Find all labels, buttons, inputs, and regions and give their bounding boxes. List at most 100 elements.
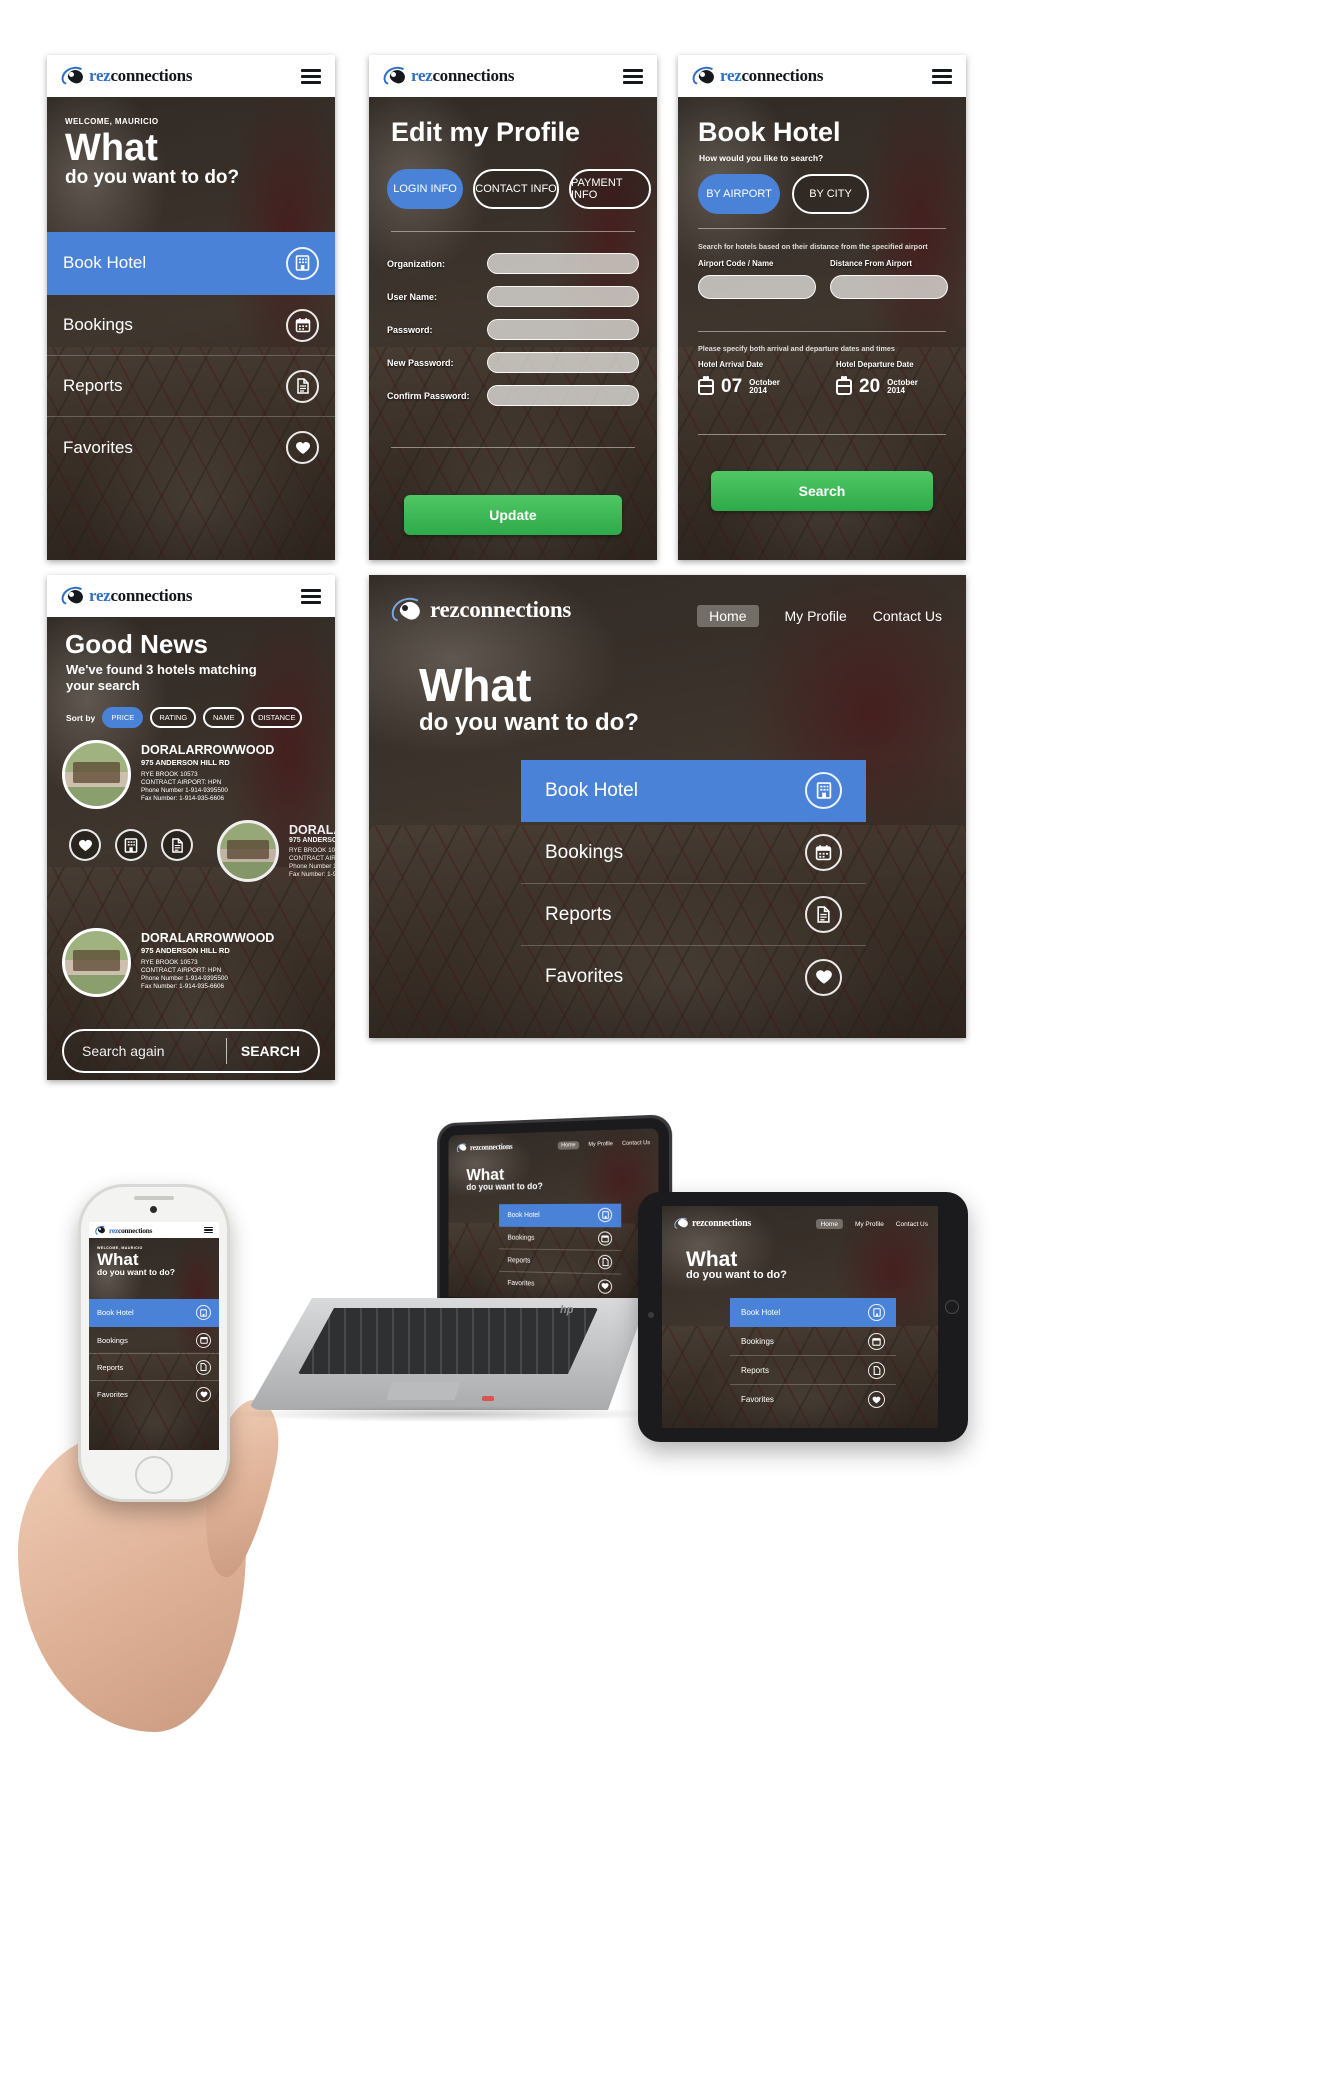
input-confirm-password[interactable]	[487, 385, 639, 406]
divider-search-button	[698, 434, 946, 435]
nav-item-my-profile[interactable]: My Profile	[588, 1141, 613, 1148]
nav-item-home[interactable]: Home	[697, 605, 759, 627]
laptop-trackpad[interactable]	[386, 1382, 460, 1400]
menu-item-reports[interactable]: Reports	[89, 1354, 219, 1381]
hamburger-menu-icon[interactable]	[932, 68, 952, 84]
nav-item-contact-us[interactable]: Contact Us	[896, 1221, 928, 1228]
tablet-home-button[interactable]	[945, 1300, 959, 1314]
document-icon[interactable]	[161, 829, 193, 861]
hotel-address: 975 ANDERSON HILL RD	[141, 758, 230, 767]
menu-item-bookings[interactable]: Bookings	[47, 295, 335, 356]
laptop-keyboard[interactable]	[298, 1308, 598, 1374]
laptop-shadow	[238, 1406, 658, 1422]
hotel-city: RYE BROOK 10573	[141, 771, 198, 778]
search-again-bar[interactable]: Search again SEARCH	[62, 1029, 320, 1073]
sort-option-price[interactable]: PRICE	[102, 707, 144, 728]
menu-item-favorites[interactable]: Favorites	[730, 1385, 896, 1414]
tab-by-airport[interactable]: BY AIRPORT	[698, 174, 780, 214]
tab-contact-info[interactable]: CONTACT INFO	[473, 169, 559, 209]
menu-item-book-hotel[interactable]: Book Hotel	[521, 760, 866, 822]
tablet-camera	[648, 1312, 654, 1318]
heart-icon	[286, 431, 319, 464]
menu-label-book-hotel: Book Hotel	[63, 253, 147, 272]
menu-item-favorites[interactable]: Favorites	[499, 1272, 621, 1299]
menu-item-bookings[interactable]: Bookings	[730, 1327, 896, 1356]
tab-login-info[interactable]: LOGIN INFO	[387, 169, 463, 209]
welcome-text: WELCOME, MAURICIO	[65, 117, 159, 126]
brand-logo-phone: rezconnections	[94, 1224, 152, 1237]
hamburger-menu-icon[interactable]	[301, 588, 321, 604]
nav-item-home[interactable]: Home	[815, 1219, 843, 1229]
hamburger-menu-icon[interactable]	[623, 68, 643, 84]
menu-item-favorites[interactable]: Favorites	[89, 1381, 219, 1408]
desktop-menu: Book Hotel Bookings Reports Favorites	[521, 760, 866, 1008]
hotel-result-card-swiped[interactable]: DORALARROWWOOD 975 ANDERSON HILL RD RYE …	[217, 820, 335, 882]
tab-by-city[interactable]: BY CITY	[792, 174, 869, 214]
phone-home-button[interactable]	[135, 1456, 173, 1494]
heart-icon	[868, 1391, 885, 1408]
menu-item-favorites[interactable]: Favorites	[47, 417, 335, 478]
divider-top	[391, 231, 635, 232]
menu-item-reports[interactable]: Reports	[47, 356, 335, 417]
rezconnections-swoosh-icon	[59, 584, 89, 608]
hotel-airport: CONTRACT AIRPORT: HPN	[141, 778, 222, 786]
brand-logo-tablet: rezconnections	[672, 1216, 751, 1231]
menu-item-reports[interactable]: Reports	[521, 884, 866, 946]
nav-item-home[interactable]: Home	[557, 1141, 580, 1150]
menu-item-book-hotel[interactable]: Book Hotel	[499, 1203, 622, 1228]
search-button[interactable]: Search	[711, 471, 933, 511]
search-button-label[interactable]: SEARCH	[241, 1043, 300, 1059]
departure-date-picker[interactable]: 20 October 2014	[836, 376, 952, 398]
logo-bar-profile: rezconnections	[369, 55, 657, 97]
tablet-stage: rezconnections Home My Profile Contact U…	[662, 1206, 938, 1428]
menu-item-bookings[interactable]: Bookings	[499, 1226, 622, 1252]
update-button[interactable]: Update	[404, 495, 622, 535]
brand-name-connections: connections	[432, 66, 515, 85]
input-distance-from-airport[interactable]	[830, 275, 948, 299]
menu-item-book-hotel[interactable]: Book Hotel	[89, 1299, 219, 1327]
brand-logo-results: rezconnections	[59, 584, 192, 608]
sort-option-distance[interactable]: DISTANCE	[251, 707, 303, 728]
hotel-result-card[interactable]: DORALARROWWOOD 975 ANDERSON HILL RD RYE …	[62, 928, 323, 997]
menu-item-book-hotel[interactable]: Book Hotel	[730, 1298, 896, 1327]
results-subtitle-2: your search	[66, 678, 140, 693]
input-user-name[interactable]	[487, 286, 639, 307]
input-new-password[interactable]	[487, 352, 639, 373]
hamburger-menu-icon[interactable]	[204, 1226, 213, 1234]
hotel-result-card[interactable]: DORALARROWWOOD 975 ANDERSON HILL RD RYE …	[62, 740, 323, 809]
menu-item-reports[interactable]: Reports	[499, 1249, 622, 1275]
hotel-thumbnail	[62, 928, 131, 997]
input-password[interactable]	[487, 319, 639, 340]
building-icon[interactable]	[115, 829, 147, 861]
input-organization[interactable]	[487, 253, 639, 274]
menu-item-book-hotel[interactable]: Book Hotel	[47, 232, 335, 295]
sort-option-name[interactable]: NAME	[203, 707, 245, 728]
nav-item-contact-us[interactable]: Contact Us	[622, 1140, 650, 1147]
menu-item-favorites[interactable]: Favorites	[521, 946, 866, 1008]
menu-item-bookings[interactable]: Bookings	[89, 1327, 219, 1354]
nav-item-my-profile[interactable]: My Profile	[855, 1221, 884, 1228]
book-title: Book Hotel	[698, 117, 841, 147]
tablet-headline-1: What	[686, 1248, 738, 1271]
sort-option-rating-label: RATING	[159, 713, 188, 722]
search-again-input[interactable]: Search again	[82, 1043, 212, 1059]
hamburger-menu-icon[interactable]	[301, 68, 321, 84]
building-icon	[868, 1303, 885, 1321]
nav-item-contact-us[interactable]: Contact Us	[873, 608, 942, 624]
laptop-screen: rezconnections Home My Profile Contact U…	[448, 1128, 659, 1304]
menu-label-favorites: Favorites	[741, 1395, 774, 1404]
menu-item-reports[interactable]: Reports	[730, 1356, 896, 1385]
mockup-search-results: rezconnections Good News We've found 3 h…	[47, 575, 335, 1080]
nav-item-my-profile[interactable]: My Profile	[785, 608, 847, 624]
brand-logo-profile: rezconnections	[381, 64, 515, 88]
results-stage: Good News We've found 3 hotels matching …	[47, 617, 335, 1080]
menu-item-bookings[interactable]: Bookings	[521, 822, 866, 884]
sort-option-rating[interactable]: RATING	[150, 707, 197, 728]
arrival-date-picker[interactable]: 07 October 2014	[698, 376, 814, 398]
menu-label-reports: Reports	[741, 1365, 770, 1375]
menu-label-book-hotel: Book Hotel	[741, 1307, 781, 1317]
phone-menu: Book Hotel Bookings Reports Favorites	[89, 1299, 219, 1408]
input-airport-code[interactable]	[698, 275, 816, 299]
tab-payment-info[interactable]: PAYMENT INFO	[569, 169, 651, 209]
heart-icon[interactable]	[69, 829, 101, 861]
